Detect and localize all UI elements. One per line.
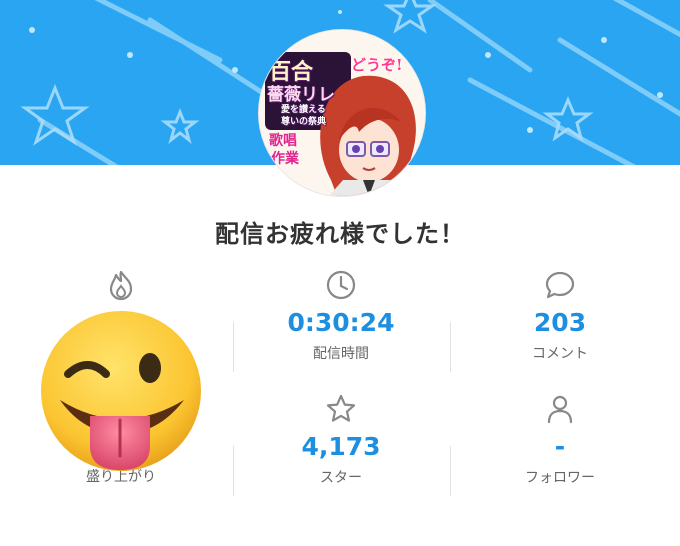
stat-followers-label: フォロワー (525, 470, 595, 486)
winking-tongue-emoji (41, 311, 201, 471)
stat-stars-label: スター (320, 470, 362, 486)
stat-duration-label: 配信時間 (313, 346, 369, 362)
stat-followers-value: - (554, 432, 566, 461)
stream-end-title: 配信お疲れ様でした！ (215, 220, 465, 248)
stat-stars-value: 4,173 (301, 432, 381, 461)
stat-duration: 0:30:24 配信時間 (228, 268, 454, 363)
stat-comments-label: コメント (532, 346, 588, 362)
clock-icon (326, 270, 356, 300)
comment-icon (545, 271, 575, 299)
avatar-side1: 歌唱 (269, 133, 297, 149)
avatar-badge: どうぞ! (351, 56, 403, 74)
stat-comments-value: 203 (533, 308, 587, 337)
person-icon (547, 395, 573, 424)
stat-stars: 4,173 スター (228, 392, 454, 487)
stat-followers: - フォロワー (447, 392, 673, 487)
avatar-side2: 作業 (271, 151, 299, 167)
stat-duration-value: 0:30:24 (287, 308, 395, 337)
stat-comments: 203 コメント (447, 268, 673, 363)
streamer-avatar[interactable]: 百合 薔薇リレ 愛を讃える 尊いの祭典 どうぞ! 歌唱 作業 (259, 30, 425, 196)
fire-icon (109, 270, 133, 301)
star-icon (326, 394, 356, 422)
avatar-logo-line4: 尊いの祭典 (281, 117, 327, 127)
